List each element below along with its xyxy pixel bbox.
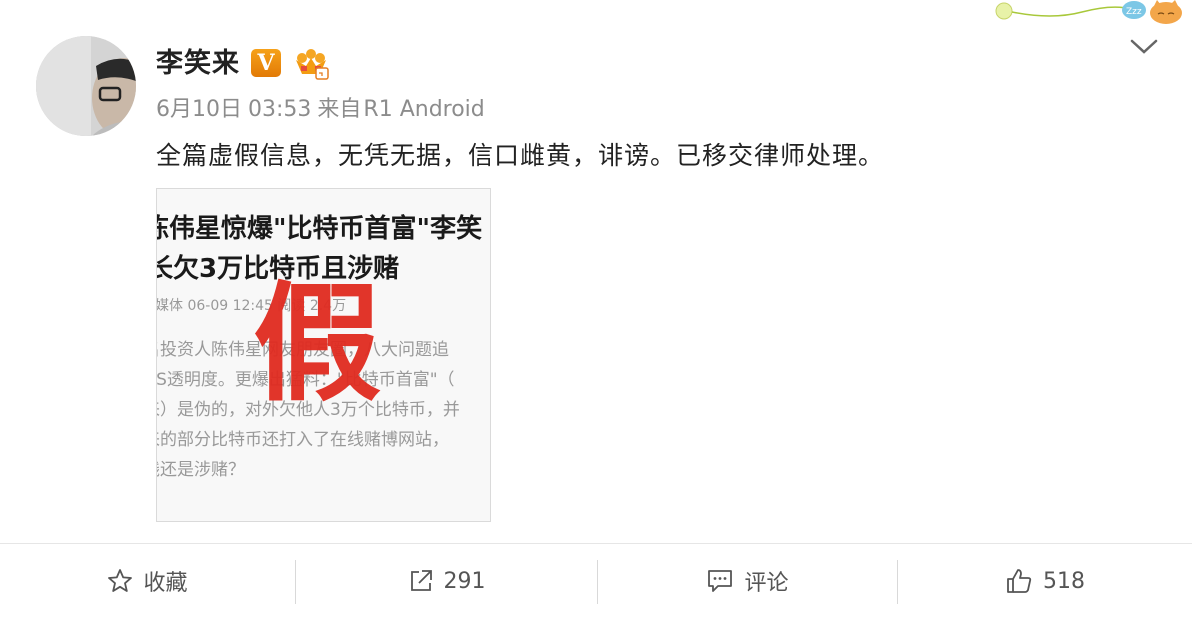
like-button[interactable]: 518 [898,544,1192,618]
post-source-prefix: 来自 [317,97,362,122]
chevron-down-icon[interactable] [1128,36,1160,58]
sleep-zzz-icon: Zzz [1122,1,1146,19]
image-paragraph-line: 来的部分比特币还打入了在线赌博网站， [156,430,449,450]
comment-icon [708,570,733,592]
post-image[interactable]: 陈伟星惊爆"比特币首富"李笑 长欠3万比特币且涉赌 媒体 06-09 12:45… [156,188,491,522]
star-icon [108,569,133,592]
decoration-strip: Zzz [995,0,1182,24]
svg-text:Zzz: Zzz [1126,7,1142,17]
repost-count: 291 [443,568,486,594]
thumbs-up-icon [1007,569,1032,593]
post-date[interactable]: 6月10日 [156,97,242,122]
author-name[interactable]: 李笑来 [156,44,240,84]
post-meta: 6月10日 03:53 来自R1 Android [156,94,491,126]
repost-button[interactable]: 291 [296,544,597,618]
comment-button[interactable]: 评论 [598,544,897,618]
verified-v-icon: V [251,49,281,77]
action-bar: 收藏 291 评论 518 [0,544,1192,618]
post-time: 03:53 [248,97,312,122]
cat-icon [1150,0,1182,24]
favorite-button[interactable]: 收藏 [0,544,295,618]
fake-stamp: 假 [253,270,382,419]
post-source[interactable]: R1 Android [363,97,484,122]
yarn-ball-icon [995,2,1013,20]
image-paragraph-line: 钱还是涉赌？ [157,460,245,480]
like-count: 518 [1043,568,1085,594]
comment-label: 评论 [744,571,789,596]
post-text: 全篇虚假信息，无凭无据，信口雌黄，诽谤。已移交律师处理。 [156,141,885,170]
avatar[interactable] [36,36,136,136]
avatar-image [36,36,136,136]
favorite-label: 收藏 [143,571,188,596]
share-icon [410,570,432,591]
image-headline-line1: 陈伟星惊爆"比特币首富"李笑 [156,214,483,244]
crown-member-icon[interactable] [292,48,330,80]
